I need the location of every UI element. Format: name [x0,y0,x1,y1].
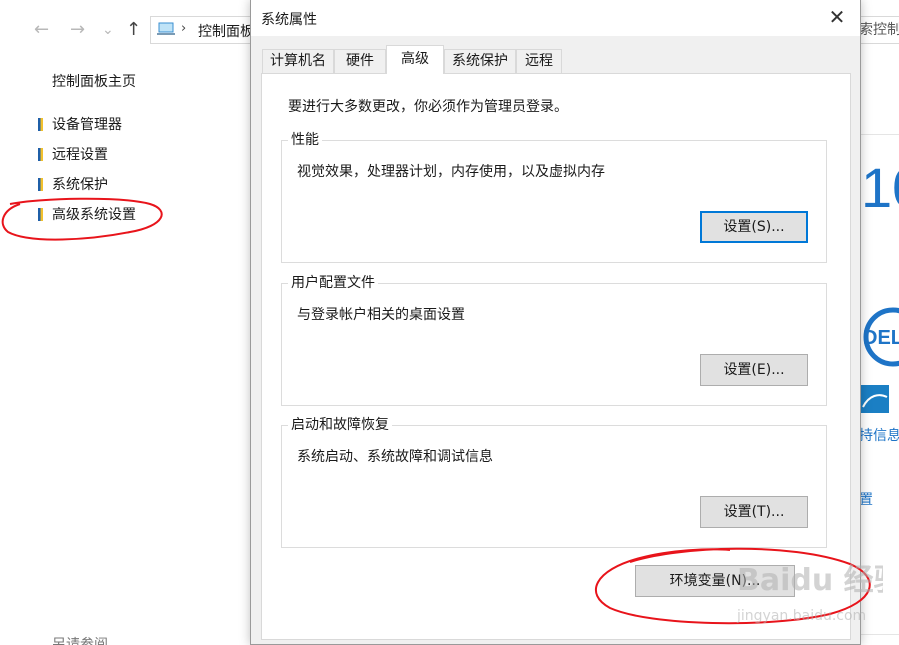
startup-recovery-group: 启动和故障恢复 系统启动、系统故障和调试信息 设置(T)... [281,416,827,548]
svg-text:DELL: DELL [863,327,899,349]
sidebar-links: 设备管理器远程设置系统保护高级系统设置 [36,116,136,236]
sidebar-item-label: 高级系统设置 [52,207,136,223]
user-profiles-settings-button[interactable]: 设置(E)... [700,354,808,386]
sidebar-item[interactable]: 设备管理器 [36,116,136,146]
energy-star-icon [859,385,889,421]
tab[interactable]: 系统保护 [444,49,516,73]
advanced-tab-panel: 要进行大多数更改，你必须作为管理员登录。 性能 视觉效果，处理器计划，内存使用，… [261,73,851,640]
dialog-title: 系统属性 [261,12,317,28]
group-description: 视觉效果，处理器计划，内存使用，以及虚拟内存 [297,164,605,180]
sidebar-item[interactable]: 高级系统设置 [36,206,136,236]
shield-icon [38,148,43,161]
sidebar-item[interactable]: 远程设置 [36,146,136,176]
group-title: 性能 [288,131,322,149]
sidebar-item-label: 远程设置 [52,147,108,163]
shield-icon [38,208,43,221]
up-arrow-icon[interactable]: ↑ [126,18,141,42]
group-title: 启动和故障恢复 [288,416,392,434]
support-info-link[interactable]: 持信息 [859,425,899,445]
tab[interactable]: 计算机名 [262,49,334,73]
recent-locations-icon[interactable]: ⌄ [102,18,114,42]
control-panel-home-link[interactable]: 控制面板主页 [52,71,136,91]
environment-variables-button[interactable]: 环境变量(N)... [635,565,795,597]
sidebar-item[interactable]: 系统保护 [36,176,136,206]
address-path: 控制面板 [198,24,254,40]
close-icon[interactable]: ✕ [816,0,858,34]
computer-icon [157,22,175,35]
sidebar-item-label: 系统保护 [52,177,108,193]
divider [859,134,899,135]
performance-group: 性能 视觉效果，处理器计划，内存使用，以及虚拟内存 设置(S)... [281,131,827,263]
group-description: 系统启动、系统故障和调试信息 [297,449,493,465]
windows-version-text: 10 [861,156,899,219]
dialog-titlebar[interactable]: 系统属性 ✕ [251,0,860,36]
divider [859,634,899,635]
startup-recovery-settings-button[interactable]: 设置(T)... [700,496,808,528]
user-profiles-group: 用户配置文件 与登录帐户相关的桌面设置 设置(E)... [281,274,827,406]
settings-link-fragment[interactable]: 置 [859,489,873,509]
sidebar-item-label: 设备管理器 [52,117,122,133]
system-properties-dialog: 系统属性 ✕ 计算机名 硬件 高级 系统保护 远程 要进行大多数更改，你必须作为管理员登… [250,0,861,645]
forward-arrow-icon[interactable]: → [70,18,85,42]
shield-icon [38,118,43,131]
system-info-panel-edge: 10 DELL 持信息 置 [859,0,899,645]
performance-settings-button[interactable]: 设置(S)... [700,211,808,243]
tab[interactable]: 高级 [386,45,444,74]
tab[interactable]: 远程 [516,49,562,73]
admin-note: 要进行大多数更改，你必须作为管理员登录。 [288,99,568,115]
shield-icon [38,178,43,191]
see-also-heading: 另请参阅 [52,637,108,645]
group-description: 与登录帐户相关的桌面设置 [297,307,465,323]
group-title: 用户配置文件 [288,274,378,292]
back-arrow-icon[interactable]: ← [34,18,49,42]
tab[interactable]: 硬件 [334,49,386,73]
chevron-right-icon: › [181,21,187,36]
dell-logo-icon: DELL [863,307,899,367]
